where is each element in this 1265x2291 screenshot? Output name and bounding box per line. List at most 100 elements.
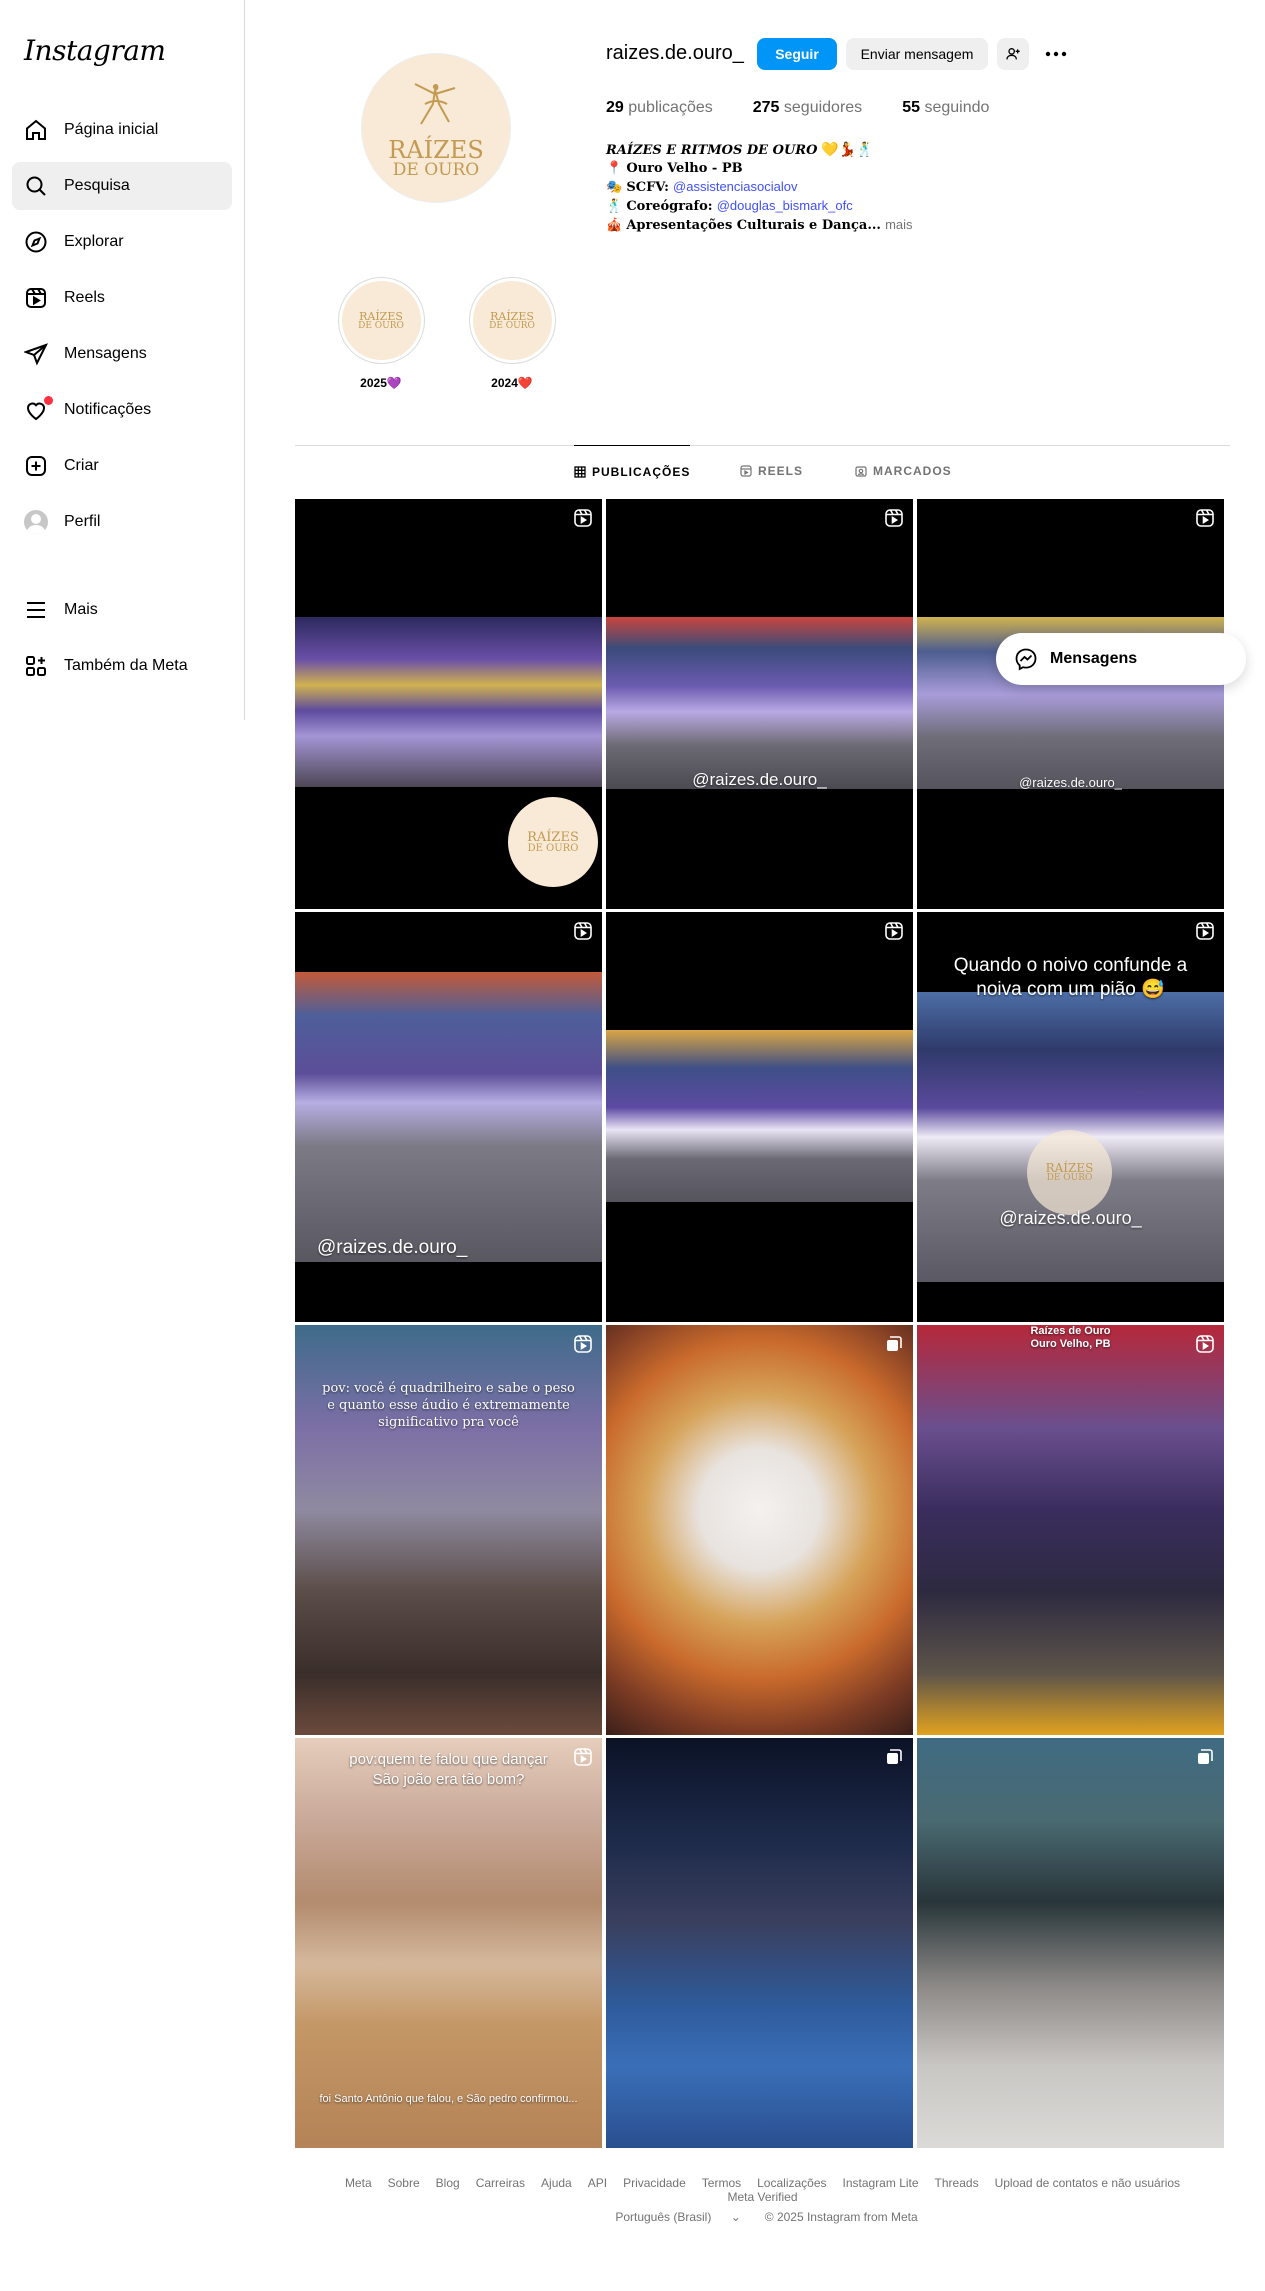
post-thumbnail[interactable]: Raízes de Ouro Ouro Velho, PB [917, 1325, 1224, 1735]
emblem-subtitle: DE OURO [392, 159, 480, 180]
followers-count[interactable]: 275 seguidores [753, 99, 862, 117]
sidebar-item-label: Também da Meta [64, 657, 188, 674]
posts-count: 29 publicações [606, 99, 713, 116]
footer-link[interactable]: Blog [436, 2176, 460, 2190]
sidebar-item-explore[interactable]: Explorar [12, 218, 232, 266]
following-count[interactable]: 55 seguindo [902, 99, 989, 117]
instagram-logo[interactable]: Instagram [24, 34, 166, 67]
dancer-emblem-icon [414, 82, 456, 125]
sidebar-item-label: Explorar [64, 233, 124, 250]
send-message-button[interactable]: Enviar mensagem [846, 38, 988, 70]
sidebar-item-label: Mensagens [64, 345, 147, 362]
post-thumbnail[interactable]: Quando o noivo confunde a noiva com um p… [917, 912, 1224, 1322]
footer-link[interactable]: Termos [702, 2176, 741, 2190]
more-horizontal-icon [1045, 51, 1067, 57]
reel-icon [885, 922, 903, 940]
story-highlight[interactable]: RAÍZES DE OURO 2024❤️ [467, 277, 557, 390]
sidebar-item-label: Mais [64, 601, 98, 618]
sidebar-item-label: Pesquisa [64, 177, 130, 194]
footer-link[interactable]: Upload de contatos e não usuários [995, 2176, 1180, 2190]
sidebar-item-create[interactable]: Criar [12, 442, 232, 490]
footer-link[interactable]: Meta Verified [727, 2190, 797, 2204]
post-thumbnail[interactable]: pov:quem te falou que dançar São joão er… [295, 1738, 602, 2148]
footer-links: Meta Sobre Blog Carreiras Ajuda API Priv… [295, 2176, 1230, 2204]
footer-link[interactable]: Instagram Lite [843, 2176, 919, 2190]
grid-squares-icon [26, 656, 46, 676]
sidebar: Instagram Página inicial Pesquisa Explor… [0, 0, 245, 720]
highlight-label: 2024❤️ [491, 376, 533, 390]
bio-link-choreographer[interactable]: @douglas_bismark_ofc [717, 198, 853, 213]
watermark-logo: RAÍZES DE OURO [508, 797, 598, 887]
footer-link[interactable]: Ajuda [541, 2176, 572, 2190]
sidebar-item-notifications[interactable]: Notificações [12, 386, 232, 434]
sidebar-item-home[interactable]: Página inicial [12, 106, 232, 154]
post-thumbnail[interactable]: @raizes.de.ouro_ [606, 499, 913, 909]
reel-icon [1196, 922, 1214, 940]
bio-title: RAÍZES E RITMOS DE OURO [606, 143, 818, 158]
post-thumbnail[interactable] [917, 1738, 1224, 2148]
post-thumbnail[interactable] [606, 912, 913, 1322]
tab-posts[interactable]: PUBLICAÇÕES [574, 445, 691, 497]
sidebar-item-profile[interactable]: Perfil [12, 498, 232, 546]
post-thumbnail[interactable]: @raizes.de.ouro_ [917, 499, 1224, 909]
profile-picture[interactable]: RAÍZES DE OURO [361, 53, 511, 203]
post-thumbnail[interactable]: @raizes.de.ouro_ [295, 912, 602, 1322]
sidebar-nav: Página inicial Pesquisa Explorar Reels M… [12, 106, 232, 698]
footer-link[interactable]: API [588, 2176, 607, 2190]
reels-icon [740, 465, 752, 477]
footer-link[interactable]: Carreiras [476, 2176, 525, 2190]
footer-link[interactable]: Meta [345, 2176, 372, 2190]
notification-dot [44, 396, 53, 405]
floating-messages-label: Mensagens [1050, 650, 1138, 667]
carousel-icon [887, 1749, 902, 1764]
floating-messages-button[interactable]: Mensagens [996, 633, 1246, 685]
reel-icon [885, 509, 903, 527]
footer-link[interactable]: Privacidade [623, 2176, 686, 2190]
carousel-icon [887, 1336, 902, 1351]
copyright: © 2025 Instagram from Meta [764, 2210, 918, 2224]
profile-username: raizes.de.ouro_ [606, 42, 744, 64]
tab-reels[interactable]: REELS [740, 445, 803, 497]
bio-more-link[interactable]: mais [885, 217, 912, 232]
chevron-down-icon: ⌄ [730, 2210, 741, 2224]
post-thumbnail[interactable] [606, 1325, 913, 1735]
highlight-label: 2025💜 [360, 376, 402, 390]
carousel-icon [1198, 1749, 1213, 1764]
sidebar-item-label: Perfil [64, 513, 101, 530]
footer-link[interactable]: Localizações [757, 2176, 826, 2190]
sidebar-item-label: Criar [64, 457, 99, 474]
sidebar-item-reels[interactable]: Reels [12, 274, 232, 322]
add-user-icon [1006, 48, 1020, 60]
sidebar-item-messages[interactable]: Mensagens [12, 330, 232, 378]
more-options-button[interactable] [1040, 38, 1072, 70]
compass-icon [25, 231, 47, 253]
post-thumbnail[interactable]: pov: você é quadrilheiro e sabe o peso e… [295, 1325, 602, 1735]
footer-bottom: Português (Brasil) ⌄ © 2025 Instagram fr… [295, 2210, 1230, 2224]
profile-stats: 29 publicações 275 seguidores 55 seguind… [606, 99, 1029, 117]
story-highlight[interactable]: RAÍZES DE OURO 2025💜 [336, 277, 426, 390]
sidebar-item-search[interactable]: Pesquisa [12, 162, 232, 210]
reel-icon [574, 1748, 592, 1766]
follow-button[interactable]: Seguir [757, 38, 837, 70]
watermark-logo: RAÍZES DE OURO [1027, 1130, 1112, 1215]
reel-icon [574, 922, 592, 940]
highlight-cover: RAÍZES DE OURO [341, 281, 421, 360]
footer-link[interactable]: Threads [935, 2176, 979, 2190]
sidebar-item-more[interactable]: Mais [12, 586, 232, 634]
sidebar-item-label: Reels [64, 289, 105, 306]
avatar-icon [24, 510, 48, 534]
language-selector[interactable]: Português (Brasil) ⌄ [607, 2210, 748, 2224]
reel-icon [1196, 1335, 1214, 1353]
post-thumbnail[interactable] [606, 1738, 913, 2148]
footer-link[interactable]: Sobre [388, 2176, 420, 2190]
reel-icon [1196, 509, 1214, 527]
search-icon [26, 176, 46, 196]
sidebar-item-also-from-meta[interactable]: Também da Meta [12, 642, 232, 690]
sidebar-item-label: Página inicial [64, 121, 159, 138]
post-thumbnail[interactable]: RAÍZES DE OURO [295, 499, 602, 909]
bio-link-scfv[interactable]: @assistenciasocialov [673, 179, 797, 194]
profile-bio: RAÍZES E RITMOS DE OURO 💛💃🕺 📍 Ouro Velho… [606, 141, 913, 233]
plus-square-icon [26, 456, 46, 476]
suggested-users-button[interactable] [997, 38, 1029, 70]
tab-tagged[interactable]: MARCADOS [855, 445, 952, 497]
